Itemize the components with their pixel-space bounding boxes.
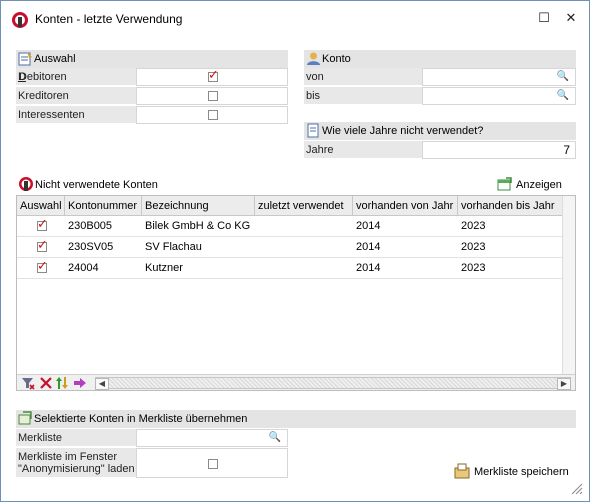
checkmark-icon: ✓ xyxy=(37,216,48,231)
konto-bis-input[interactable]: 🔍 xyxy=(422,87,576,105)
cell-von-jahr: 2014 xyxy=(356,241,381,253)
column-header-bezeichnung[interactable]: Bezeichnung xyxy=(142,196,255,216)
save-icon xyxy=(454,463,470,479)
close-icon: ✕ xyxy=(565,10,577,25)
close-button[interactable]: ✕ xyxy=(556,5,586,31)
table-row[interactable]: ✓ 230B005 Bilek GmbH & Co KG 2014 2023 xyxy=(17,216,563,237)
column-header-bis-jahr[interactable]: vorhanden bis Jahr xyxy=(458,196,563,216)
column-header-auswahl[interactable]: Auswahl xyxy=(17,196,65,216)
konto-von-label: von xyxy=(304,68,422,86)
checkmark-icon: ✓ xyxy=(37,258,48,273)
debitoren-checkbox[interactable]: ✓ xyxy=(208,68,219,82)
search-icon[interactable]: 🔍 xyxy=(557,71,569,82)
search-icon[interactable]: 🔍 xyxy=(269,432,281,443)
konto-section-header: Konto xyxy=(304,50,576,68)
jahre-section-header: Wie viele Jahre nicht verwendet? xyxy=(304,122,576,140)
scroll-left-button[interactable]: ◀ xyxy=(95,378,109,390)
window-title: Konten - letzte Verwendung xyxy=(35,12,183,26)
maximize-button[interactable]: ☐ xyxy=(529,5,559,31)
jahre-title: Wie viele Jahre nicht verwendet? xyxy=(322,125,484,137)
cell-bis-jahr: 2023 xyxy=(461,262,486,274)
window: Konten - letzte Verwendung ☐ ✕ Auswahl D… xyxy=(0,0,590,502)
app-logo-icon xyxy=(19,177,33,191)
app-logo-icon xyxy=(12,12,28,28)
merkliste-speichern-button[interactable]: Merkliste speichern xyxy=(454,463,572,481)
nicht-verwendet-title: Nicht verwendete Konten xyxy=(35,179,158,191)
kreditoren-label: Kreditoren xyxy=(16,87,136,105)
anzeigen-label: Anzeigen xyxy=(516,179,562,191)
interessenten-cell xyxy=(136,106,288,124)
kreditoren-checkbox[interactable] xyxy=(208,91,218,101)
cell-von-jahr: 2014 xyxy=(356,220,381,232)
vertical-scrollbar[interactable] xyxy=(562,196,575,376)
column-header-zuletzt[interactable]: zuletzt verwendet xyxy=(255,196,353,216)
jahre-label: Jahre xyxy=(304,141,422,159)
document-icon xyxy=(307,123,319,138)
arrow-right-icon[interactable] xyxy=(73,377,87,389)
row-select-checkbox[interactable]: ✓ xyxy=(37,238,48,252)
search-icon[interactable]: 🔍 xyxy=(557,90,569,101)
debitoren-cell: ✓ xyxy=(136,68,288,86)
debitoren-label: DDebitoren xyxy=(16,68,136,86)
row-select-checkbox[interactable]: ✓ xyxy=(37,217,48,231)
cell-kontonummer: 230B005 xyxy=(68,220,113,232)
merkliste-laden-label: Merkliste im Fenster "Anonymisierung" la… xyxy=(16,448,136,478)
column-header-kontonummer[interactable]: Kontonummer xyxy=(65,196,142,216)
cell-bis-jahr: 2023 xyxy=(461,241,486,253)
cell-kontonummer: 230SV05 xyxy=(68,241,114,253)
jahre-input[interactable]: 7 xyxy=(422,141,576,159)
grid-header: Auswahl Kontonummer Bezeichnung zuletzt … xyxy=(17,196,563,216)
cell-bis-jahr: 2023 xyxy=(461,220,486,232)
cell-bezeichnung: SV Flachau xyxy=(145,241,202,253)
cell-zuletzt xyxy=(255,237,258,257)
table-row[interactable]: ✓ 24004 Kutzner 2014 2023 xyxy=(17,258,563,279)
konten-grid: Auswahl Kontonummer Bezeichnung zuletzt … xyxy=(16,195,576,391)
scroll-right-button[interactable]: ▶ xyxy=(557,378,571,390)
person-icon xyxy=(307,52,320,65)
merkliste-laden-cell xyxy=(136,448,288,478)
resize-grip-icon[interactable] xyxy=(569,481,583,495)
scroll-left-icon: ◀ xyxy=(98,379,106,388)
checkmark-icon: ✓ xyxy=(37,237,48,252)
table-row[interactable]: ✓ 230SV05 SV Flachau 2014 2023 xyxy=(17,237,563,258)
horizontal-scrollbar[interactable]: ◀ ▶ xyxy=(95,377,571,390)
auswahl-section-header: Auswahl xyxy=(16,50,288,68)
auswahl-title: Auswahl xyxy=(34,53,76,65)
cell-zuletzt xyxy=(255,216,258,236)
konto-von-input[interactable]: 🔍 xyxy=(422,68,576,86)
title-bar: Konten - letzte Verwendung ☐ ✕ xyxy=(1,1,589,37)
cell-kontonummer: 24004 xyxy=(68,262,99,274)
cell-von-jahr: 2014 xyxy=(356,262,381,274)
cell-bezeichnung: Kutzner xyxy=(145,262,183,274)
interessenten-checkbox[interactable] xyxy=(208,110,218,120)
column-header-von-jahr[interactable]: vorhanden von Jahr xyxy=(353,196,458,216)
merkliste-laden-checkbox[interactable] xyxy=(208,459,218,469)
filter-remove-icon[interactable] xyxy=(21,376,35,390)
edit-list-icon xyxy=(18,52,32,66)
checkmark-icon: ✓ xyxy=(208,67,219,82)
row-select-checkbox[interactable]: ✓ xyxy=(37,259,48,273)
merkliste-speichern-label: Merkliste speichern xyxy=(474,466,569,478)
cell-bezeichnung: Bilek GmbH & Co KG xyxy=(145,220,251,232)
scroll-right-icon: ▶ xyxy=(560,379,568,388)
konto-title: Konto xyxy=(322,53,351,65)
grid-toolbar: ◀ ▶ xyxy=(17,374,575,390)
deselect-all-icon[interactable] xyxy=(39,376,53,390)
maximize-icon: ☐ xyxy=(538,10,550,25)
interessenten-label: Interessenten xyxy=(16,106,136,124)
konto-bis-label: bis xyxy=(304,87,422,105)
merkliste-transfer-icon xyxy=(18,411,32,425)
sort-arrows-icon[interactable] xyxy=(55,376,69,390)
show-table-icon xyxy=(497,177,512,191)
merkliste-label: Merkliste xyxy=(16,429,136,447)
kreditoren-cell xyxy=(136,87,288,105)
cell-zuletzt xyxy=(255,258,258,278)
merkliste-section-header: Selektierte Konten in Merkliste übernehm… xyxy=(16,410,576,428)
merkliste-input[interactable]: 🔍 xyxy=(136,429,288,447)
merkliste-title: Selektierte Konten in Merkliste übernehm… xyxy=(34,413,248,425)
